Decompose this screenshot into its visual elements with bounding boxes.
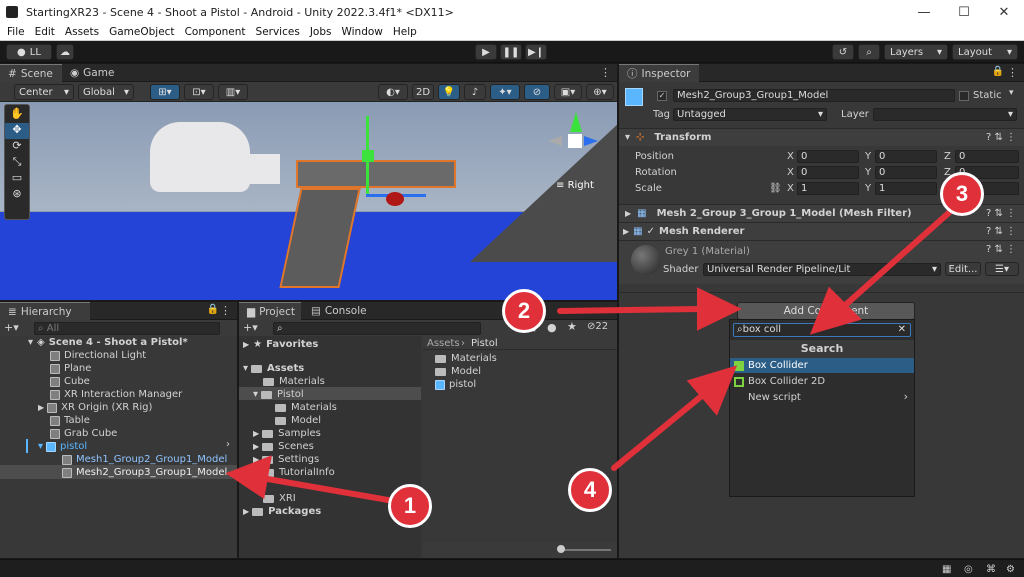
annotation-badge-4: 4 (568, 468, 612, 512)
annotation-badge-3: 3 (940, 172, 984, 216)
arrow-3-shaft (839, 207, 955, 311)
annotation-badge-1: 1 (388, 484, 432, 528)
arrow-1-shaft (259, 475, 391, 503)
arrow-1-head (225, 455, 272, 500)
arrow-4-head (686, 365, 738, 416)
annotation-overlay (225, 207, 955, 503)
arrow-2-head (697, 287, 742, 331)
arrow-4-shaft (611, 391, 707, 471)
arrow-2-shaft (557, 306, 703, 314)
annotation-badge-2: 2 (502, 289, 546, 333)
